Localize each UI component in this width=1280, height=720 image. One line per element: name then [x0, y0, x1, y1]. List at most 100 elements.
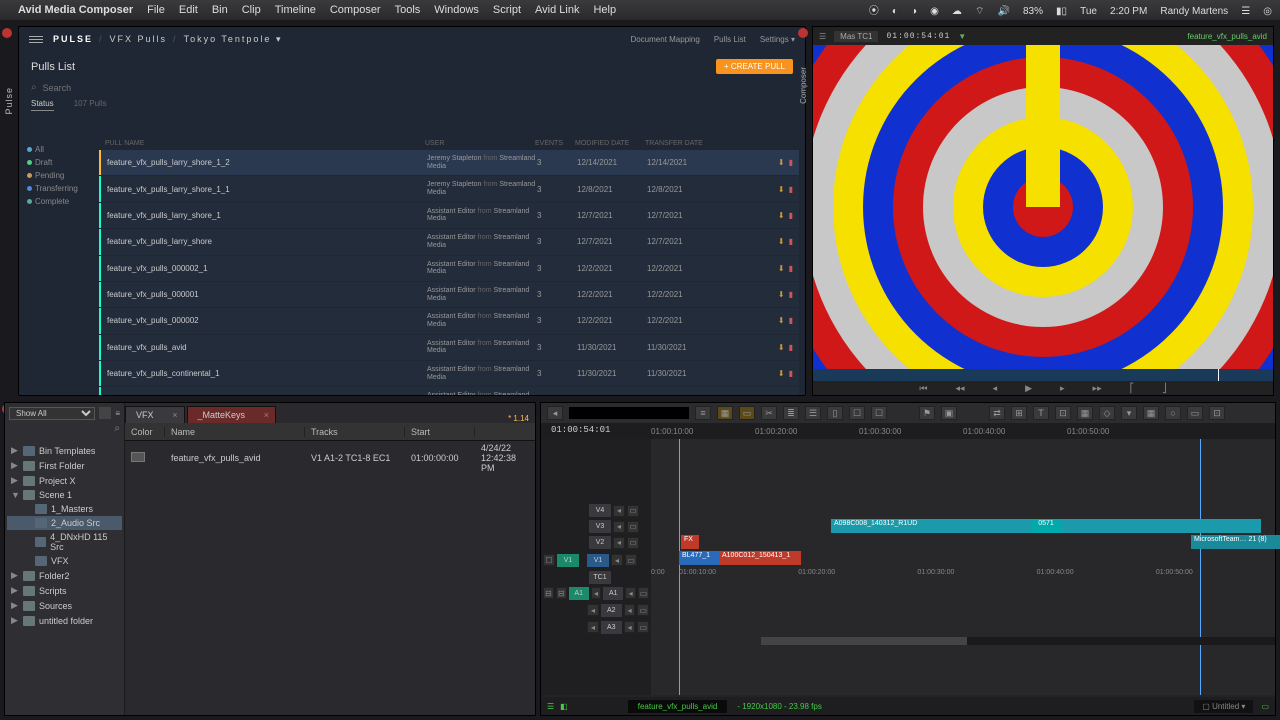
- filter-pending[interactable]: Pending: [27, 169, 91, 182]
- dropdown-icon[interactable]: ▼: [958, 32, 966, 41]
- track-row[interactable]: V4◂▭: [541, 503, 651, 518]
- pull-row[interactable]: feature_vfx_pulls_continental Assistant …: [99, 387, 799, 395]
- prev-frame-icon[interactable]: ◂: [993, 383, 998, 394]
- screen-record-icon[interactable]: ⦿: [869, 2, 879, 17]
- timeline-ruler[interactable]: 01:00:54:01 01:00:10:00 01:00:20:00 01:0…: [541, 423, 1275, 439]
- tab-vfx[interactable]: VFX×: [125, 406, 185, 423]
- footer-menu[interactable]: ▢ Untitled ▾: [1194, 700, 1253, 713]
- close-dot-icon[interactable]: [2, 28, 12, 38]
- view-toggle-icon[interactable]: [99, 407, 111, 419]
- tool-icon[interactable]: ≣: [783, 406, 799, 420]
- tree-node[interactable]: ▶Sources: [7, 598, 122, 613]
- download-icon[interactable]: ⬇: [778, 369, 785, 378]
- tool-icon[interactable]: ⇄: [989, 406, 1005, 420]
- composer-tab-label[interactable]: Composer: [799, 67, 808, 104]
- tree-node[interactable]: 1_Masters: [7, 502, 122, 516]
- chevron-down-icon[interactable]: ▾: [1121, 406, 1137, 420]
- menu-edit[interactable]: Edit: [179, 4, 198, 16]
- next-frame-icon[interactable]: ▸: [1060, 383, 1065, 394]
- menu-icon[interactable]: ≡: [115, 409, 120, 418]
- viewer-canvas[interactable]: [813, 45, 1273, 369]
- pull-row[interactable]: feature_vfx_pulls_000001 Assistant Edito…: [99, 282, 799, 307]
- pull-row[interactable]: feature_vfx_pulls_larry_shore_1_2 Jeremy…: [99, 150, 799, 175]
- clip-badge[interactable]: 0571: [1031, 519, 1061, 533]
- search-icon[interactable]: ⌕: [5, 423, 124, 439]
- download-icon[interactable]: ⬇: [778, 316, 785, 325]
- delete-icon[interactable]: ▮: [789, 316, 793, 325]
- download-icon[interactable]: ⬇: [778, 264, 785, 273]
- record-monitor[interactable]: [569, 407, 689, 419]
- delete-icon[interactable]: ▮: [789, 343, 793, 352]
- create-pull-button[interactable]: + CREATE PULL: [716, 59, 793, 74]
- delete-icon[interactable]: ▮: [789, 264, 793, 273]
- tree-node[interactable]: 2_Audio Src: [7, 516, 122, 530]
- tool-icon[interactable]: ▦: [1077, 406, 1093, 420]
- link-pulls-list[interactable]: Pulls List: [714, 35, 746, 44]
- footer-sequence[interactable]: feature_vfx_pulls_avid: [628, 700, 728, 713]
- tool-icon[interactable]: ☐: [849, 406, 865, 420]
- tool-icon[interactable]: ⊡: [1209, 406, 1225, 420]
- download-icon[interactable]: ⬇: [778, 237, 785, 246]
- download-icon[interactable]: ⬇: [778, 185, 785, 194]
- close-icon[interactable]: ×: [264, 410, 269, 420]
- footer-icon[interactable]: ▭: [1261, 702, 1269, 711]
- footer-icon[interactable]: ☰: [547, 702, 554, 711]
- track-row[interactable]: V2◂▭: [541, 535, 651, 550]
- mark-in-icon[interactable]: ⎡: [1130, 383, 1135, 394]
- tree-node[interactable]: ▶Project X: [7, 473, 122, 488]
- download-icon[interactable]: ⬇: [778, 290, 785, 299]
- flag-icon[interactable]: ⚑: [919, 406, 935, 420]
- track-row-a1[interactable]: ⊟⊟A1◂A1◂▭: [541, 585, 651, 601]
- tool-icon[interactable]: ▦: [1143, 406, 1159, 420]
- tool-icon[interactable]: ◇: [1099, 406, 1115, 420]
- status-icon[interactable]: ◉: [930, 6, 939, 17]
- clip-teams[interactable]: MicrosoftTeam… 21 (8): [1191, 535, 1280, 549]
- filter-all[interactable]: All: [27, 143, 91, 156]
- track-row-a2[interactable]: ◂A2◂▭: [541, 602, 651, 618]
- close-dot-icon[interactable]: [798, 28, 808, 38]
- rewind-icon[interactable]: ⏮: [919, 383, 927, 394]
- tool-icon[interactable]: ▭: [1187, 406, 1203, 420]
- filter-transferring[interactable]: Transferring: [27, 182, 91, 195]
- search-input[interactable]: [43, 83, 793, 93]
- delete-icon[interactable]: ▮: [789, 185, 793, 194]
- pull-row[interactable]: feature_vfx_pulls_000002_1 Assistant Edi…: [99, 256, 799, 281]
- tree-node[interactable]: ▶untitled folder: [7, 613, 122, 628]
- volume-icon[interactable]: 🔊: [997, 6, 1009, 17]
- close-icon[interactable]: ×: [172, 410, 177, 420]
- menu-help[interactable]: Help: [593, 4, 616, 16]
- track-row[interactable]: V3◂▭: [541, 519, 651, 534]
- download-icon[interactable]: ⬇: [778, 211, 785, 220]
- siri-icon[interactable]: ◎: [1263, 6, 1272, 17]
- hamburger-icon[interactable]: [29, 36, 43, 43]
- viewer-scrubber[interactable]: [813, 369, 1273, 381]
- tool-icon[interactable]: ▦: [717, 406, 733, 420]
- tool-icon[interactable]: ◂: [547, 406, 563, 420]
- cut-icon[interactable]: ✂: [761, 406, 777, 420]
- status-icon[interactable]: ◐: [892, 6, 898, 17]
- tool-icon[interactable]: ☐: [871, 406, 887, 420]
- pull-row[interactable]: feature_vfx_pulls_larry_shore_1_1 Jeremy…: [99, 176, 799, 201]
- menu-tools[interactable]: Tools: [395, 4, 421, 16]
- menu-file[interactable]: File: [147, 4, 165, 16]
- clip-fx[interactable]: FX: [681, 535, 699, 549]
- tool-icon[interactable]: ⊡: [1055, 406, 1071, 420]
- clip-v1a[interactable]: BL477_1: [679, 551, 719, 565]
- menu-script[interactable]: Script: [493, 4, 521, 16]
- pulse-tab-label[interactable]: Pulse: [4, 87, 14, 115]
- tree-node[interactable]: ▼Scene 1: [7, 488, 122, 502]
- tool-icon[interactable]: ○: [1165, 406, 1181, 420]
- tool-icon[interactable]: ▣: [941, 406, 957, 420]
- footer-icon[interactable]: ◧: [560, 702, 568, 711]
- wifi-icon[interactable]: ⌔: [975, 5, 984, 18]
- status-icon[interactable]: ◑: [911, 6, 917, 17]
- step-fwd-icon[interactable]: ▸▸: [1093, 383, 1102, 394]
- menu-windows[interactable]: Windows: [434, 4, 479, 16]
- pull-row[interactable]: feature_vfx_pulls_larry_shore Assistant …: [99, 229, 799, 254]
- tree-node[interactable]: VFX: [7, 554, 122, 568]
- tool-icon[interactable]: ≡: [695, 406, 711, 420]
- tool-icon[interactable]: ▯: [827, 406, 843, 420]
- tab-status[interactable]: Status: [31, 99, 54, 111]
- tool-icon[interactable]: ☰: [805, 406, 821, 420]
- download-icon[interactable]: ⬇: [778, 343, 785, 352]
